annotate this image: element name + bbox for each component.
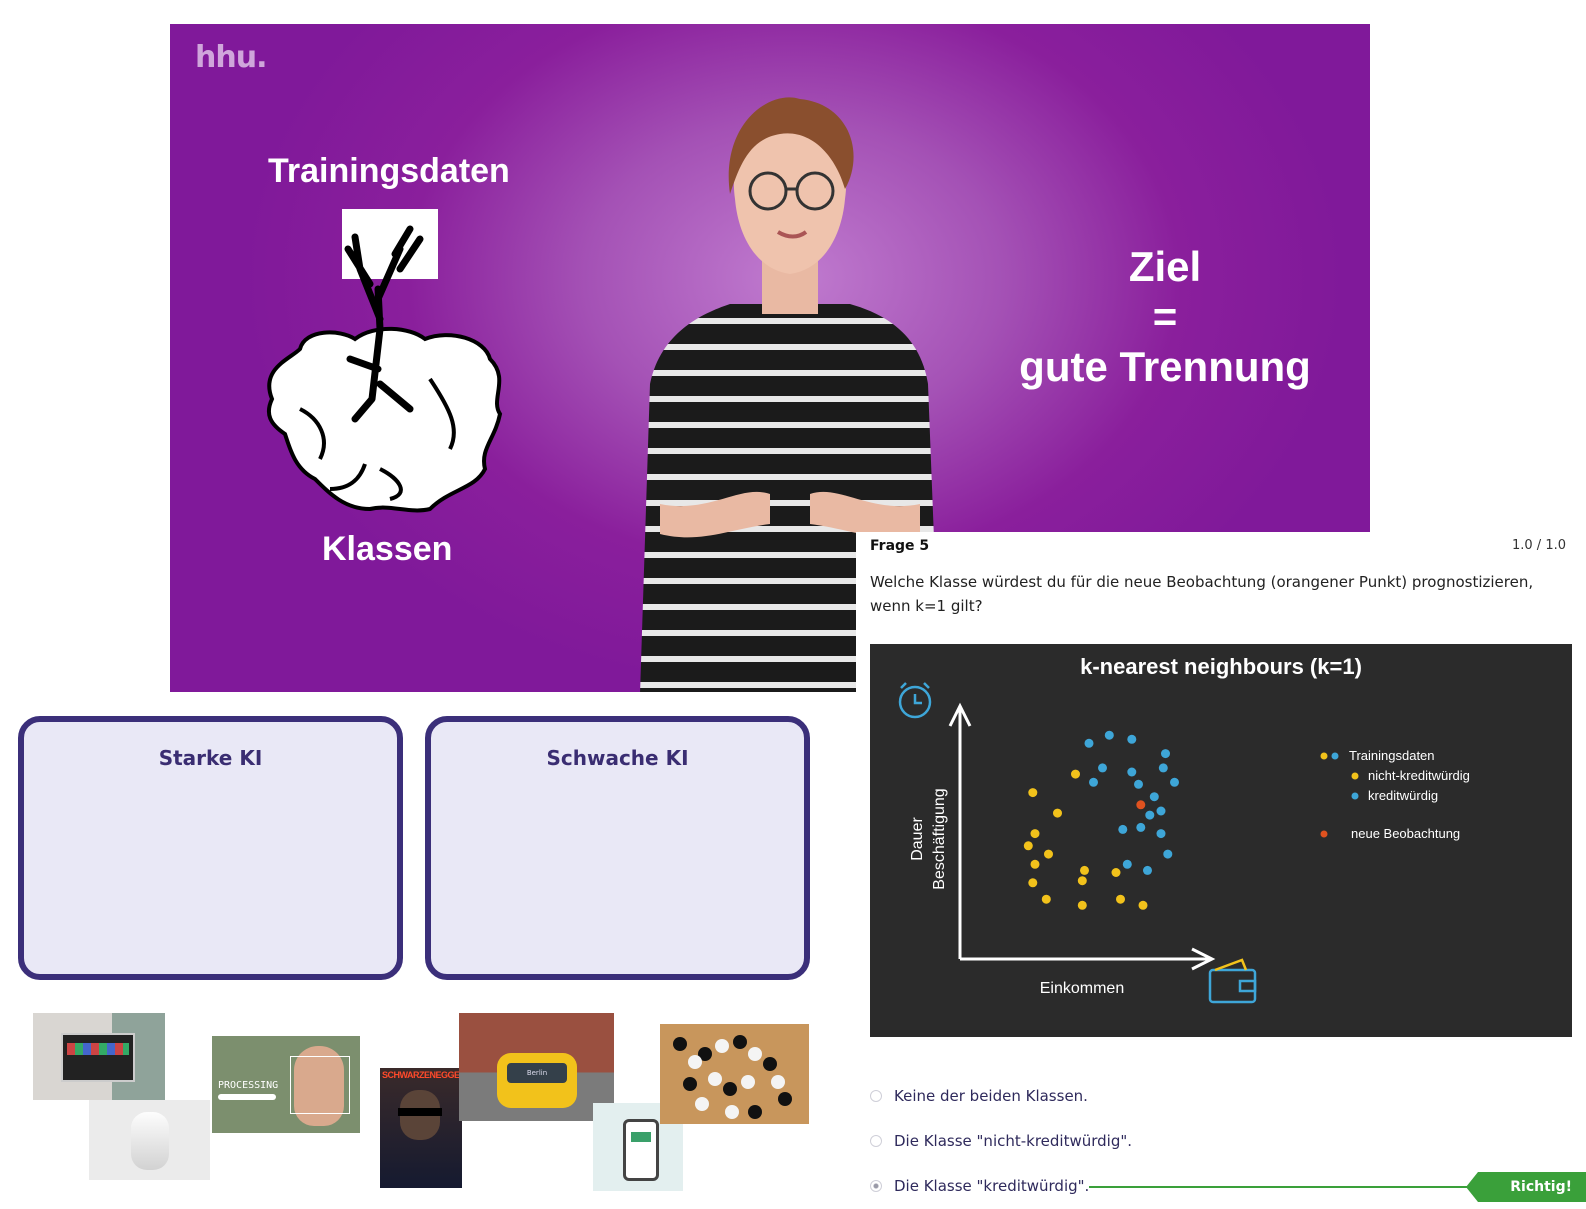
data-point <box>1030 859 1040 869</box>
answer-option-1[interactable]: Keine der beiden Klassen. <box>870 1087 1088 1105</box>
card-terminator-poster[interactable]: SCHWARZENEGGER <box>380 1068 462 1188</box>
data-point <box>1136 800 1146 810</box>
card-face-recognition[interactable]: PROCESSING <box>212 1036 360 1133</box>
go-stones-icon <box>673 1035 792 1119</box>
radio-button[interactable] <box>870 1135 882 1147</box>
data-point <box>1023 841 1033 851</box>
data-point <box>1143 865 1152 875</box>
legend-label: kreditwürdig <box>1368 788 1438 803</box>
progress-bar <box>218 1094 276 1100</box>
card-streaming-monitor[interactable] <box>33 1013 165 1100</box>
data-point <box>1170 777 1179 787</box>
bus-display: Berlin <box>507 1063 567 1083</box>
data-point <box>1041 894 1051 904</box>
goal-line-1: Ziel <box>1128 243 1202 290</box>
radio-button[interactable] <box>870 1090 882 1102</box>
data-point <box>1116 894 1125 904</box>
slide-footer: Klassen <box>322 530 453 568</box>
chart-axes <box>948 702 1216 971</box>
legend-marker <box>1331 752 1339 760</box>
goal-line-2: = <box>1152 293 1178 340</box>
legend-marker <box>1320 752 1328 760</box>
scan-frame-icon <box>290 1056 350 1114</box>
data-point <box>1161 749 1170 759</box>
poster-title: SCHWARZENEGGER <box>382 1070 462 1080</box>
wallet-icon <box>1208 958 1257 1004</box>
answer-label: Keine der beiden Klassen. <box>894 1087 1088 1105</box>
answer-label: Die Klasse "nicht-kreditwürdig". <box>894 1132 1133 1150</box>
question-score: 1.0 / 1.0 <box>1512 538 1566 553</box>
data-point <box>1089 777 1098 787</box>
question-title: Frage 5 <box>870 538 930 554</box>
question-text: Welche Klasse würdest du für die neue Be… <box>870 573 1534 615</box>
legend-label: Trainingsdaten <box>1349 748 1435 763</box>
data-point <box>1080 865 1089 875</box>
goal-line-3: gute Trennung <box>1019 343 1311 390</box>
data-point <box>1136 822 1146 832</box>
smartphone-icon <box>623 1119 659 1181</box>
dropzone-schwache-ki[interactable]: Schwache KI <box>425 716 810 980</box>
dropzone-label: Starke KI <box>158 746 263 770</box>
data-point <box>1127 734 1137 744</box>
data-point <box>1122 859 1132 869</box>
knn-chart: k-nearest neighbours (k=1) Einkommen Dau… <box>898 654 1470 1004</box>
data-point <box>1104 730 1114 740</box>
data-point <box>1084 738 1094 748</box>
clock-icon <box>898 682 932 719</box>
radio-button-selected[interactable] <box>870 1180 882 1192</box>
legend-marker <box>1320 830 1328 838</box>
data-point <box>1138 900 1148 910</box>
answer-option-3[interactable]: Die Klasse "kreditwürdig". <box>870 1177 1089 1195</box>
data-point <box>1111 868 1121 877</box>
data-point <box>1071 769 1080 779</box>
scatter-points <box>1023 730 1179 910</box>
data-point <box>1163 849 1173 859</box>
card-smart-speaker[interactable] <box>89 1100 210 1180</box>
data-point <box>1098 763 1107 773</box>
feedback-line <box>1089 1186 1469 1188</box>
bus-icon: Berlin <box>497 1053 577 1108</box>
y-axis-label: Dauer Beschäftigung <box>909 788 948 889</box>
data-point <box>1127 767 1137 777</box>
data-point <box>1118 824 1128 834</box>
card-go-board[interactable] <box>660 1024 809 1124</box>
data-point <box>1134 779 1143 789</box>
goal-text: Ziel = gute Trennung <box>965 242 1365 392</box>
legend-label: nicht-kreditwürdig <box>1368 768 1470 783</box>
data-point <box>1145 810 1155 820</box>
sunglasses-icon <box>398 1108 442 1116</box>
answer-label: Die Klasse "kreditwürdig". <box>894 1177 1090 1195</box>
x-axis-label: Einkommen <box>1040 980 1124 997</box>
quiz-panel: Frage 5 1.0 / 1.0 Welche Klasse würdest … <box>856 532 1586 1209</box>
data-point <box>1158 763 1168 773</box>
data-point <box>1044 849 1053 859</box>
data-point <box>1028 878 1038 888</box>
dropzone-starke-ki[interactable]: Starke KI <box>18 716 403 980</box>
answer-option-2[interactable]: Die Klasse "nicht-kreditwürdig". <box>870 1132 1132 1150</box>
feedback-badge: Richtig! <box>1466 1172 1586 1202</box>
slide-heading: Trainingsdaten <box>268 152 510 190</box>
data-point <box>1156 806 1166 816</box>
knn-chart-image: k-nearest neighbours (k=1) Einkommen Dau… <box>870 644 1572 1037</box>
data-point <box>1149 792 1159 802</box>
data-point <box>1156 829 1166 839</box>
data-point <box>1077 900 1087 910</box>
legend-label: neue Beobachtung <box>1351 826 1460 841</box>
dropzone-label: Schwache KI <box>546 746 689 770</box>
legend-marker <box>1351 772 1359 780</box>
speaker-icon <box>131 1112 169 1170</box>
data-point <box>1030 829 1040 839</box>
chart-legend: Trainingsdaten nicht-kreditwürdig kreditwü… <box>1320 748 1470 841</box>
data-point <box>1077 876 1087 886</box>
monitor-icon <box>61 1033 135 1082</box>
data-point <box>1053 808 1062 818</box>
legend-marker <box>1351 792 1359 800</box>
data-point <box>1028 788 1038 798</box>
chart-title: k-nearest neighbours (k=1) <box>1080 654 1362 679</box>
tree-illustration <box>266 209 503 513</box>
hhu-logo: hhu. <box>195 40 267 75</box>
processing-label: PROCESSING <box>218 1080 279 1091</box>
card-autonomous-bus[interactable]: Berlin <box>459 1013 614 1121</box>
